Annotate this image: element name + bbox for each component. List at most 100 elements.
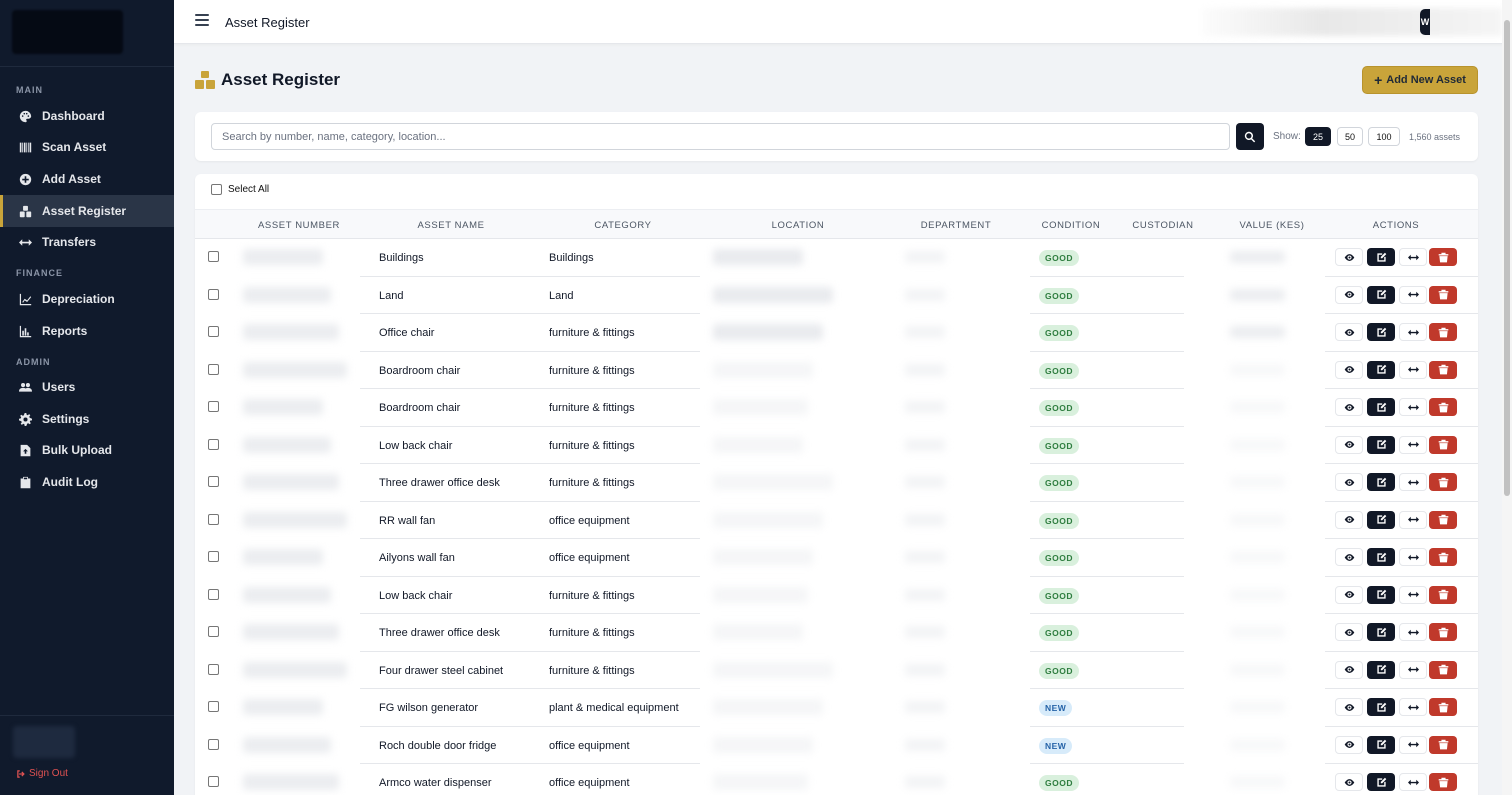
delete-button[interactable] <box>1429 698 1457 716</box>
scrollbar-thumb[interactable] <box>1504 20 1510 496</box>
row-checkbox[interactable] <box>208 701 219 712</box>
delete-button[interactable] <box>1429 773 1457 791</box>
column-header-asset-number[interactable]: ASSET NUMBER <box>258 220 340 231</box>
row-checkbox[interactable] <box>208 401 219 412</box>
delete-button[interactable] <box>1429 323 1457 341</box>
row-checkbox[interactable] <box>208 776 219 787</box>
row-checkbox[interactable] <box>208 738 219 750</box>
column-header-location[interactable]: LOCATION <box>772 220 825 231</box>
view-button[interactable] <box>1335 473 1363 491</box>
edit-button[interactable] <box>1367 435 1395 454</box>
sign-out-link[interactable]: Sign Out <box>16 768 68 779</box>
transfer-button[interactable] <box>1399 510 1427 529</box>
view-button[interactable] <box>1335 510 1363 529</box>
transfer-button[interactable] <box>1399 248 1427 266</box>
transfer-button[interactable] <box>1399 285 1427 304</box>
delete-button[interactable] <box>1429 473 1457 491</box>
table-row[interactable]: Land Land GOOD <box>195 277 1478 314</box>
select-all-checkbox[interactable] <box>211 184 222 195</box>
search-input[interactable] <box>211 123 1230 150</box>
edit-button[interactable] <box>1367 548 1395 566</box>
sidebar-item-audit-log[interactable]: Audit Log <box>0 466 174 498</box>
transfer-button[interactable] <box>1399 623 1427 641</box>
delete-button[interactable] <box>1429 285 1457 304</box>
user-initial-badge[interactable]: W <box>1420 9 1430 35</box>
edit-button[interactable] <box>1367 510 1395 529</box>
row-checkbox[interactable] <box>208 513 219 525</box>
view-button[interactable] <box>1335 398 1363 416</box>
sidebar-item-settings[interactable]: Settings <box>0 403 174 435</box>
edit-button[interactable] <box>1367 698 1395 716</box>
delete-button[interactable] <box>1429 623 1457 641</box>
delete-button[interactable] <box>1429 585 1457 604</box>
sidebar-item-add-asset[interactable]: Add Asset <box>0 163 174 195</box>
column-header-value-kes[interactable]: VALUE (KES) <box>1239 220 1304 231</box>
column-header-department[interactable]: DEPARTMENT <box>921 220 992 231</box>
view-button[interactable] <box>1335 360 1363 379</box>
row-checkbox[interactable] <box>208 326 219 337</box>
sidebar-item-scan-asset[interactable]: Scan Asset <box>0 131 174 163</box>
row-checkbox[interactable] <box>208 588 219 600</box>
view-button[interactable] <box>1335 435 1363 454</box>
sidebar-item-reports[interactable]: Reports <box>0 315 174 347</box>
view-button[interactable] <box>1335 285 1363 304</box>
edit-button[interactable] <box>1367 585 1395 604</box>
delete-button[interactable] <box>1429 660 1457 679</box>
page-size-50-button[interactable]: 50 <box>1337 127 1363 146</box>
view-button[interactable] <box>1335 548 1363 566</box>
edit-button[interactable] <box>1367 623 1395 641</box>
edit-button[interactable] <box>1367 773 1395 791</box>
column-header-category[interactable]: CATEGORY <box>594 220 651 231</box>
table-row[interactable]: RR wall fan office equipment GOOD <box>195 502 1478 539</box>
sidebar-item-transfers[interactable]: Transfers <box>0 226 174 258</box>
transfer-button[interactable] <box>1399 473 1427 491</box>
table-row[interactable]: Boardroom chair furniture & fittings GOOD <box>195 389 1478 427</box>
edit-button[interactable] <box>1367 473 1395 491</box>
view-button[interactable] <box>1335 735 1363 754</box>
view-button[interactable] <box>1335 660 1363 679</box>
transfer-button[interactable] <box>1399 773 1427 791</box>
page-size-100-button[interactable]: 100 <box>1368 127 1400 146</box>
view-button[interactable] <box>1335 773 1363 791</box>
user-menu[interactable] <box>1202 8 1502 36</box>
delete-button[interactable] <box>1429 548 1457 566</box>
add-new-asset-button[interactable]: + Add New Asset <box>1362 66 1478 94</box>
table-row[interactable]: Three drawer office desk furniture & fitt… <box>195 614 1478 652</box>
sidebar-item-dashboard[interactable]: Dashboard <box>0 100 174 132</box>
table-row[interactable]: Boardroom chair furniture & fittings GOOD <box>195 352 1478 389</box>
transfer-button[interactable] <box>1399 435 1427 454</box>
edit-button[interactable] <box>1367 360 1395 379</box>
delete-button[interactable] <box>1429 735 1457 754</box>
sidebar-item-asset-register[interactable]: Asset Register <box>0 195 174 227</box>
table-row[interactable]: Four drawer steel cabinet furniture & fit… <box>195 652 1478 689</box>
edit-button[interactable] <box>1367 323 1395 341</box>
select-all[interactable]: Select All <box>211 184 269 195</box>
delete-button[interactable] <box>1429 398 1457 416</box>
view-button[interactable] <box>1335 585 1363 604</box>
column-header-custodian[interactable]: CUSTODIAN <box>1132 220 1193 231</box>
sidebar-item-users[interactable]: Users <box>0 371 174 403</box>
view-button[interactable] <box>1335 698 1363 716</box>
column-header-condition[interactable]: CONDITION <box>1042 220 1101 231</box>
transfer-button[interactable] <box>1399 660 1427 679</box>
column-header-asset-name[interactable]: ASSET NAME <box>417 220 484 231</box>
delete-button[interactable] <box>1429 510 1457 529</box>
row-checkbox[interactable] <box>208 663 219 675</box>
table-row[interactable]: Office chair furniture & fittings GOOD <box>195 314 1478 352</box>
edit-button[interactable] <box>1367 398 1395 416</box>
row-checkbox[interactable] <box>208 363 219 375</box>
view-button[interactable] <box>1335 623 1363 641</box>
edit-button[interactable] <box>1367 660 1395 679</box>
table-row[interactable]: Buildings Buildings GOOD <box>195 239 1478 277</box>
row-checkbox[interactable] <box>208 551 219 562</box>
transfer-button[interactable] <box>1399 323 1427 341</box>
delete-button[interactable] <box>1429 248 1457 266</box>
sidebar-item-depreciation[interactable]: Depreciation <box>0 283 174 315</box>
row-checkbox[interactable] <box>208 438 219 450</box>
transfer-button[interactable] <box>1399 698 1427 716</box>
table-row[interactable]: Low back chair furniture & fittings GOOD <box>195 577 1478 614</box>
column-header-actions[interactable]: ACTIONS <box>1373 220 1419 231</box>
sidebar-item-bulk-upload[interactable]: Bulk Upload <box>0 434 174 466</box>
edit-button[interactable] <box>1367 248 1395 266</box>
page-size-25-button[interactable]: 25 <box>1305 127 1331 146</box>
